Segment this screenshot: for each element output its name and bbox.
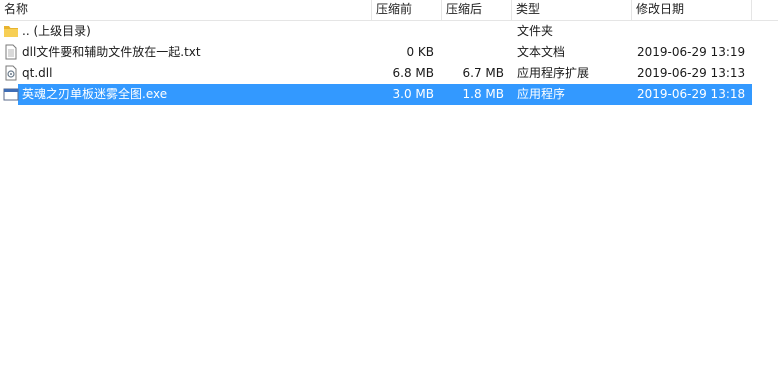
- list-item[interactable]: .. (上级目录) 文件夹: [0, 21, 752, 42]
- list-item[interactable]: dll文件要和辅助文件放在一起.txt 0 KB 文本文档 2019-06-29…: [0, 42, 752, 63]
- file-compressed-size: 6.7 MB: [462, 66, 504, 80]
- file-name: 英魂之刃单板迷雾全图.exe: [22, 87, 168, 101]
- file-compressed-size: 1.8 MB: [462, 87, 504, 101]
- column-type[interactable]: 类型: [512, 0, 632, 20]
- list-item-selected[interactable]: 英魂之刃单板迷雾全图.exe 3.0 MB 1.8 MB 应用程序 2019-0…: [0, 84, 752, 105]
- file-modified: 2019-06-29 13:19: [637, 45, 746, 59]
- file-name: dll文件要和辅助文件放在一起.txt: [22, 45, 201, 59]
- text-file-icon: [5, 44, 17, 60]
- file-type: 应用程序: [517, 87, 566, 101]
- file-packed-size: 3.0 MB: [392, 87, 434, 101]
- column-header: 名称 压缩前 压缩后 类型 修改日期: [0, 0, 778, 21]
- file-type: 文件夹: [517, 24, 554, 38]
- file-name: .. (上级目录): [22, 24, 91, 38]
- folder-up-icon: [4, 26, 18, 37]
- file-packed-size: 6.8 MB: [392, 66, 434, 80]
- file-name: qt.dll: [22, 66, 53, 80]
- column-name[interactable]: 名称: [0, 0, 372, 20]
- exe-file-icon: [3, 88, 19, 101]
- list-item[interactable]: qt.dll 6.8 MB 6.7 MB 应用程序扩展 2019-06-29 1…: [0, 63, 752, 84]
- file-modified: 2019-06-29 13:13: [637, 66, 746, 80]
- dll-file-icon: [5, 65, 17, 81]
- file-type: 文本文档: [517, 45, 566, 59]
- file-packed-size: 0 KB: [406, 45, 434, 59]
- file-type: 应用程序扩展: [517, 66, 590, 80]
- column-modified[interactable]: 修改日期: [632, 0, 752, 20]
- file-modified: 2019-06-29 13:18: [637, 87, 746, 101]
- column-compressed-size[interactable]: 压缩后: [442, 0, 512, 20]
- column-packed-size[interactable]: 压缩前: [372, 0, 442, 20]
